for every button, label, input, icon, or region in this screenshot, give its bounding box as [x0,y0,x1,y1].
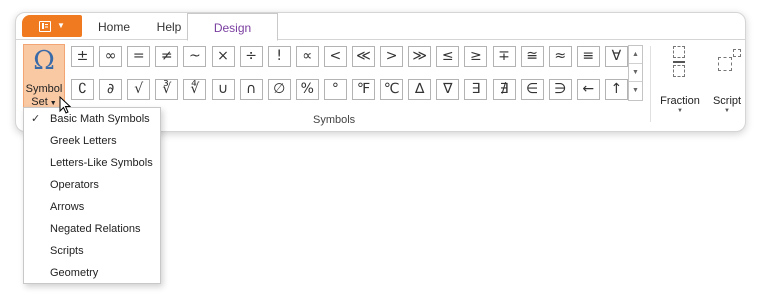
symbol-button[interactable]: ∁ [71,79,94,100]
tab-bar: ▼ Home Help Design [16,13,745,41]
script-label: Script [712,95,742,107]
group-separator [650,46,651,122]
mouse-cursor-icon [59,96,71,114]
symbol-button[interactable]: ∝ [295,46,319,67]
chevron-down-icon: ▼ [724,108,730,114]
symbol-button[interactable]: ∂ [99,79,123,100]
symbol-button[interactable]: < [323,46,347,67]
symbol-button[interactable]: ≤ [436,46,460,67]
symbol-button[interactable]: ∅ [267,79,291,100]
symbol-button[interactable]: ∈ [520,79,544,100]
chevron-down-icon: ▼ [49,100,57,107]
menu-item-operators[interactable]: Operators [24,174,160,196]
menu-item-greek-letters[interactable]: Greek Letters [24,130,160,152]
chevron-down-icon: ▼ [57,21,65,30]
fraction-button[interactable]: Fraction ▼ [657,45,703,115]
symbol-button[interactable]: ≥ [464,46,488,67]
gallery-scrollbar[interactable]: ▲ ▼ ▼ [628,45,643,101]
symbol-button[interactable]: ∩ [239,79,263,100]
symbol-button[interactable]: ∓ [492,46,516,67]
symbol-button[interactable]: ∃ [464,79,488,100]
gallery-expand-icon[interactable]: ▼ [629,82,642,100]
symbol-button[interactable]: ≡ [576,46,600,67]
symbol-button[interactable]: ← [576,79,600,100]
symbol-button[interactable]: √ [127,79,151,100]
chevron-down-icon: ▼ [677,108,683,114]
group-label-symbols: Symbols [313,114,356,126]
symbol-button[interactable]: × [211,46,235,67]
omega-icon: Ω [33,46,55,76]
symbol-button[interactable]: ° [323,79,347,100]
scroll-up-icon[interactable]: ▲ [629,46,642,64]
symbol-button[interactable]: ! [267,46,291,67]
symbol-button[interactable]: ∄ [492,79,516,100]
symbol-button[interactable]: ∋ [548,79,572,100]
file-menu-icon [39,20,52,32]
symbol-button[interactable]: ∜ [183,79,207,100]
script-icon [718,48,741,74]
tab-home[interactable]: Home [88,13,140,40]
menu-item-label: Basic Math Symbols [50,113,150,125]
menu-item-basic-math[interactable]: ✓ Basic Math Symbols [24,108,160,130]
symbol-button[interactable]: ℃ [380,79,404,100]
menu-item-scripts[interactable]: Scripts [24,240,160,262]
symbol-button[interactable]: ≫ [408,46,432,67]
symbol-button[interactable]: ∪ [211,79,235,100]
menu-item-arrows[interactable]: Arrows [24,196,160,218]
symbol-button[interactable]: ÷ [239,46,263,67]
script-button[interactable]: Script ▼ [708,45,746,115]
check-icon: ✓ [31,113,41,125]
fraction-icon [673,46,685,78]
menu-item-geometry[interactable]: Geometry [24,262,160,284]
symbol-button[interactable]: ∇ [436,79,460,100]
symbol-button[interactable]: % [295,79,319,100]
symbol-button[interactable]: ∀ [604,46,628,67]
symbol-button[interactable]: ∆ [408,79,432,100]
file-menu-button[interactable]: ▼ [22,15,82,37]
symbol-button[interactable]: ~ [183,46,207,67]
symbol-button[interactable]: ≈ [548,46,572,67]
fraction-label: Fraction [660,95,700,107]
scroll-down-icon[interactable]: ▼ [629,64,642,82]
symbol-button[interactable]: ℉ [352,79,375,100]
symbol-button[interactable]: ± [71,46,94,67]
symbol-set-label: Symbol [25,83,63,95]
symbol-set-dropdown: ✓ Basic Math Symbols Greek Letters Lette… [23,107,161,284]
symbol-button[interactable]: ≪ [352,46,375,67]
menu-item-letters-like[interactable]: Letters-Like Symbols [24,152,160,174]
symbol-button[interactable]: ↑ [604,79,628,100]
symbol-button[interactable]: > [380,46,404,67]
symbol-button[interactable]: ≅ [520,46,544,67]
symbol-button[interactable]: ∛ [155,79,179,100]
menu-item-negated-relations[interactable]: Negated Relations [24,218,160,240]
tab-design[interactable]: Design [187,13,278,41]
symbol-button[interactable]: ∞ [99,46,123,67]
symbol-button[interactable]: ≠ [155,46,179,67]
symbol-button[interactable]: = [127,46,151,67]
